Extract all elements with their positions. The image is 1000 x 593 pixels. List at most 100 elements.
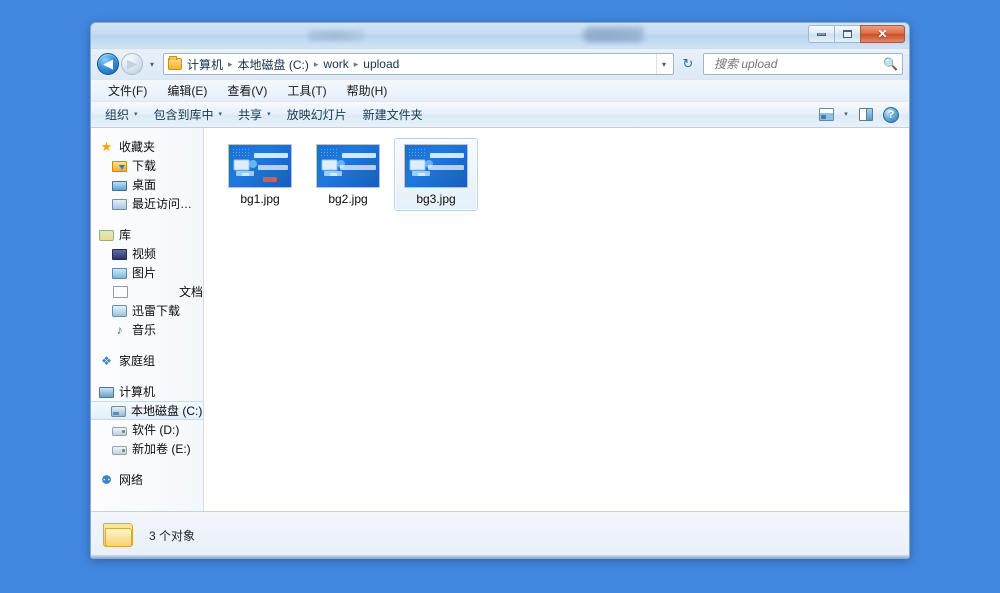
minimize-icon [817, 32, 826, 36]
breadcrumb-item[interactable]: 本地磁盘 (C:) [235, 54, 312, 75]
file-list-pane[interactable]: bg1.jpg bg2.jpg bg3.jpg [204, 128, 909, 511]
sidebar-item-1-0[interactable]: 视频 [91, 244, 203, 263]
search-box[interactable]: 🔍 [703, 53, 903, 75]
sidebar-item-3-1[interactable]: 软件 (D:) [91, 420, 203, 439]
menu-item-1[interactable]: 编辑(E) [158, 80, 216, 101]
breadcrumb-item[interactable]: work [320, 55, 351, 73]
nav-group-header-0[interactable]: ★ 收藏夹 [91, 137, 203, 156]
sidebar-item-1-3[interactable]: 迅雷下载 [91, 301, 203, 320]
sidebar-item-1-4[interactable]: ♪ 音乐 [91, 320, 203, 339]
address-bar-row: ◀ ▶ ▾ 计算机▸本地磁盘 (C:)▸work▸upload ▾ ↻ 🔍 [91, 49, 909, 79]
downloads-icon [112, 161, 127, 172]
file-thumbnail [228, 144, 292, 188]
back-button[interactable]: ◀ [97, 53, 119, 75]
forward-button[interactable]: ▶ [121, 53, 143, 75]
nav-group-label: 计算机 [119, 385, 156, 399]
sidebar-item-1-2[interactable]: 文档 [91, 282, 203, 301]
sidebar-item-label: 最近访问的位置 [132, 197, 203, 211]
thumbnail-title-text [342, 153, 376, 158]
toolbar-button-1[interactable]: 包含到库中 ▾ [146, 103, 231, 126]
breadcrumb-item[interactable]: upload [360, 55, 402, 73]
nav-group-header-2[interactable]: ❖ 家庭组 [91, 351, 203, 370]
network-icon: ⚉ [101, 472, 112, 487]
breadcrumb-item[interactable]: 计算机 [184, 54, 226, 75]
recent-places-icon [112, 199, 127, 210]
nav-group-header-3[interactable]: 计算机 [91, 382, 203, 401]
menu-item-4[interactable]: 帮助(H) [338, 80, 397, 101]
breadcrumb-separator: ▸ [313, 58, 319, 69]
nav-group-label: 网络 [119, 473, 144, 487]
close-button[interactable]: ✕ [860, 25, 905, 43]
change-view-dropdown[interactable]: ▾ [839, 104, 853, 125]
sidebar-item-label: 下载 [132, 159, 157, 173]
window-body: ★ 收藏夹下载桌面最近访问的位置库视频图片文档迅雷下载 ♪ 音乐 ❖ 家庭组计算机本地磁盘… [91, 128, 909, 511]
refresh-button[interactable]: ↻ [677, 53, 699, 75]
documents-icon [113, 286, 128, 298]
file-item[interactable]: bg1.jpg [218, 138, 302, 211]
maximize-button[interactable] [834, 25, 861, 43]
toolbar-button-0[interactable]: 组织 ▾ [97, 103, 146, 126]
file-thumbnail [404, 144, 468, 188]
menu-bar: 文件(F) 编辑(E) 查看(V) 工具(T) 帮助(H) [91, 79, 909, 101]
toolbar-button-2[interactable]: 共享 ▾ [230, 103, 279, 126]
menu-item-0[interactable]: 文件(F) [99, 80, 156, 101]
thumbnail-illustration [233, 157, 259, 179]
command-toolbar: 组织 ▾ 包含到库中 ▾ 共享 ▾ 放映幻灯片 新建文件夹 ▾ ? [91, 101, 909, 128]
thumbnail-title-text [254, 153, 288, 158]
sidebar-item-3-2[interactable]: 新加卷 (E:) [91, 439, 203, 458]
nav-group-header-1[interactable]: 库 [91, 225, 203, 244]
address-bar[interactable]: 计算机 ▸ 本地磁盘 (C:) ▸ work ▸ upload ▾ [163, 53, 674, 75]
address-dropdown-button[interactable]: ▾ [656, 54, 671, 74]
file-item[interactable]: bg2.jpg [306, 138, 390, 211]
change-view-button[interactable] [815, 105, 838, 124]
sidebar-item-3-0[interactable]: 本地磁盘 (C:) [91, 401, 203, 420]
search-icon: 🔍 [883, 57, 898, 71]
toolbar-button-3[interactable]: 放映幻灯片 [279, 103, 355, 126]
minimize-button[interactable] [808, 25, 835, 43]
file-thumbnail [316, 144, 380, 188]
thumbnail-subtitle-text [340, 165, 376, 170]
nav-group-header-4[interactable]: ⚉ 网络 [91, 470, 203, 489]
nav-group-1: 库视频图片文档迅雷下载 ♪ 音乐 [91, 225, 203, 339]
nav-group-3: 计算机本地磁盘 (C:) 软件 (D:) 新加卷 (E:) [91, 382, 203, 458]
window-controls: ✕ [808, 25, 905, 43]
toolbar-button-label: 组织 [105, 108, 130, 122]
maximize-icon [843, 30, 852, 38]
preview-pane-button[interactable] [854, 104, 878, 125]
sidebar-item-0-2[interactable]: 最近访问的位置 [91, 194, 203, 213]
toolbar-button-label: 包含到库中 [153, 108, 214, 122]
toolbar-button-label: 共享 [238, 108, 263, 122]
music-icon: ♪ [116, 322, 123, 337]
library-icon [99, 230, 114, 241]
navigation-pane: ★ 收藏夹下载桌面最近访问的位置库视频图片文档迅雷下载 ♪ 音乐 ❖ 家庭组计算机本地磁盘… [91, 128, 204, 511]
sidebar-item-label: 本地磁盘 (C:) [131, 404, 203, 418]
recent-pages-button[interactable]: ▾ [145, 53, 159, 75]
sidebar-item-0-0[interactable]: 下载 [91, 156, 203, 175]
sidebar-item-1-1[interactable]: 图片 [91, 263, 203, 282]
homegroup-icon: ❖ [101, 353, 112, 368]
chevron-down-icon: ▾ [134, 111, 138, 118]
help-button[interactable]: ? [879, 104, 903, 125]
toolbar-button-4[interactable]: 新建文件夹 [355, 103, 431, 126]
nav-group-0: ★ 收藏夹下载桌面最近访问的位置 [91, 137, 203, 213]
menu-item-3[interactable]: 工具(T) [278, 80, 335, 101]
menu-item-2[interactable]: 查看(V) [218, 80, 276, 101]
file-name-label: bg3.jpg [416, 193, 456, 206]
title-overlay-button-obscured[interactable] [586, 26, 644, 43]
nav-group-label: 家庭组 [119, 354, 156, 368]
sidebar-item-label: 文档 [178, 285, 203, 299]
sidebar-item-label: 桌面 [132, 178, 157, 192]
sidebar-item-0-1[interactable]: 桌面 [91, 175, 203, 194]
sidebar-item-label: 视频 [132, 247, 157, 261]
chevron-down-icon: ▾ [149, 59, 154, 69]
file-item[interactable]: bg3.jpg [394, 138, 478, 212]
title-bar[interactable]: ✕ [91, 23, 909, 49]
toolbar-button-label: 放映幻灯片 [286, 108, 347, 122]
computer-icon [99, 387, 114, 398]
chevron-down-icon: ▾ [661, 59, 666, 69]
pictures-icon [112, 268, 127, 279]
sidebar-item-label: 迅雷下载 [132, 304, 181, 318]
preview-pane-icon [859, 108, 873, 121]
video-icon [112, 249, 127, 260]
search-input[interactable] [712, 56, 884, 72]
